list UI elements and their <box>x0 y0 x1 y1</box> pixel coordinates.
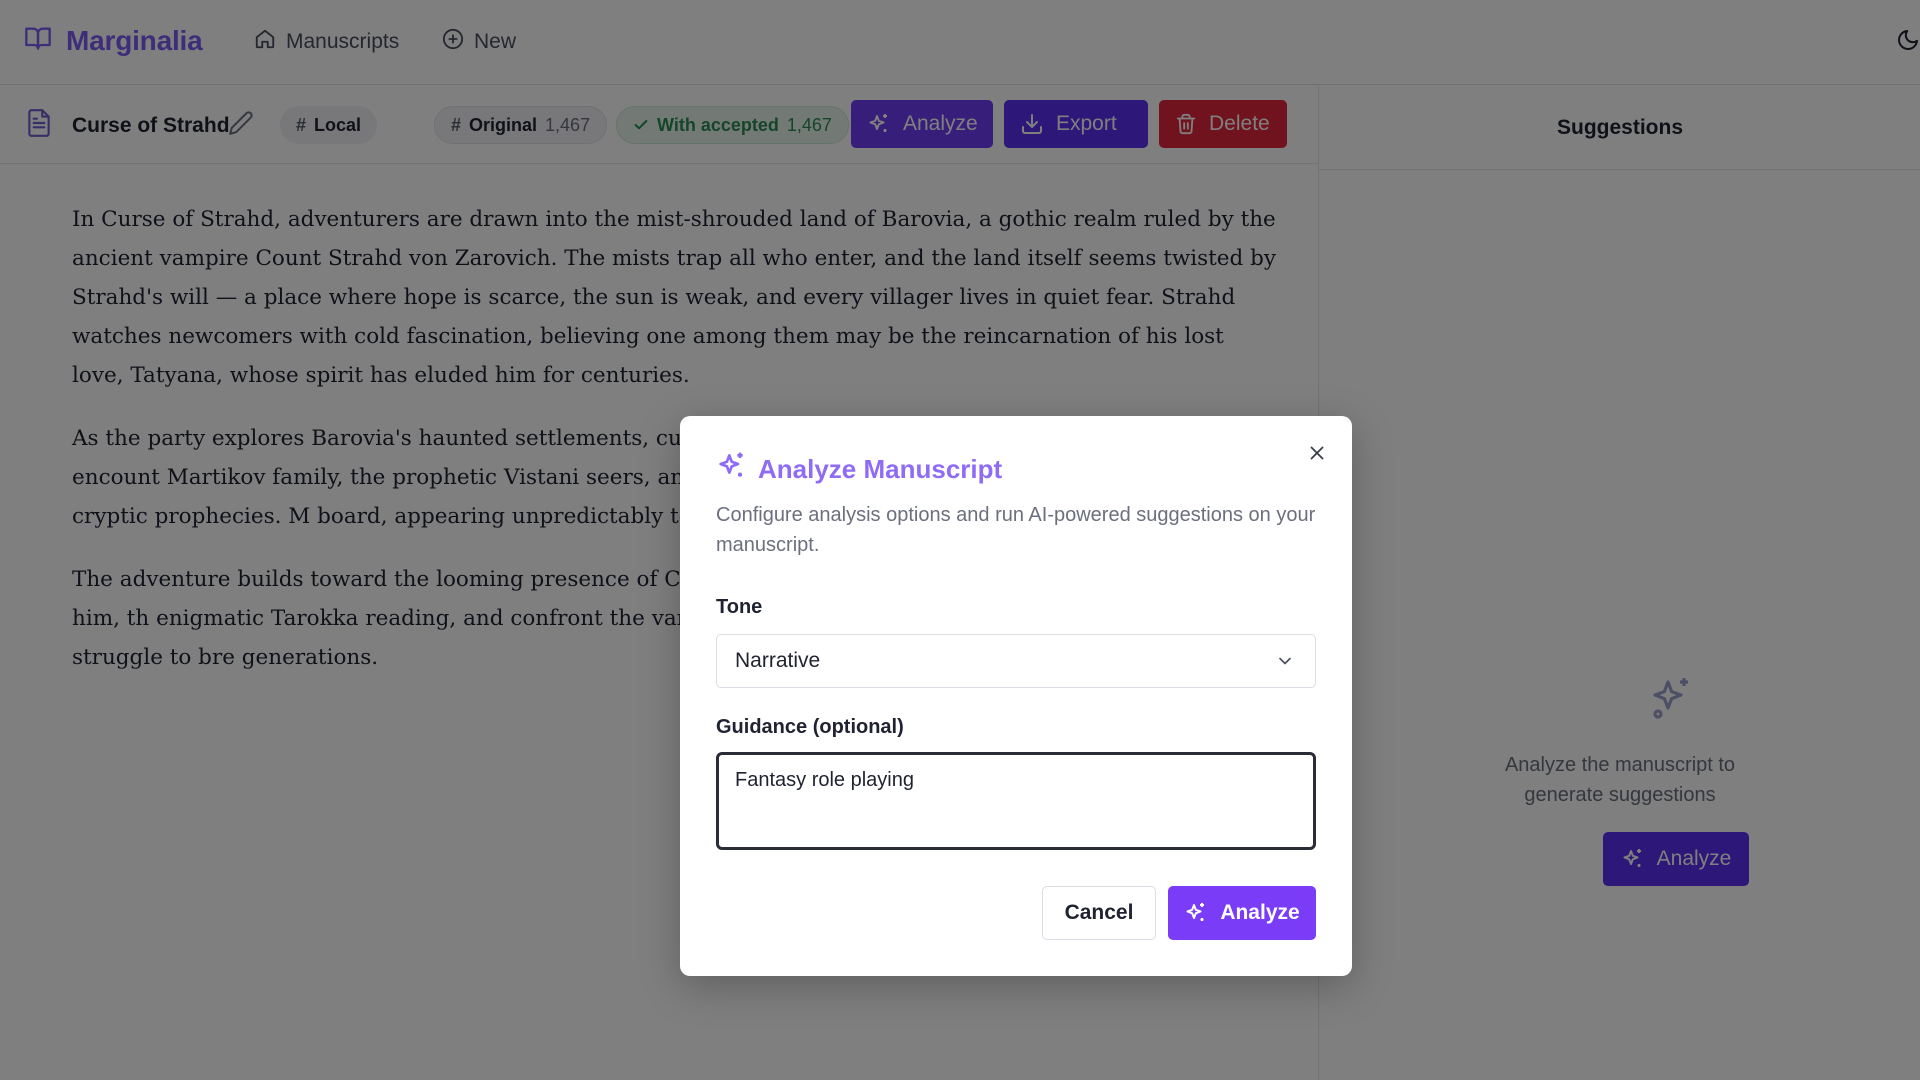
dialog-title: Analyze Manuscript <box>758 454 1003 484</box>
dialog-analyze-button[interactable]: Analyze <box>1168 886 1316 940</box>
cancel-button[interactable]: Cancel <box>1042 886 1156 940</box>
guidance-textarea[interactable]: Fantasy role playing <box>716 752 1316 850</box>
dialog-description: Configure analysis options and run AI-po… <box>716 504 1316 556</box>
tone-selected-value: Narrative <box>735 649 821 672</box>
guidance-label: Guidance (optional) <box>716 716 904 738</box>
close-icon[interactable] <box>1306 442 1328 469</box>
tone-select[interactable]: Narrative <box>716 634 1316 688</box>
dialog-analyze-label: Analyze <box>1220 901 1300 924</box>
chevron-down-icon <box>1275 651 1295 677</box>
sparkles-icon <box>716 450 748 487</box>
analyze-dialog: Analyze Manuscript Configure analysis op… <box>680 416 1352 976</box>
sparkles-icon <box>1184 901 1208 925</box>
tone-label: Tone <box>716 596 763 618</box>
